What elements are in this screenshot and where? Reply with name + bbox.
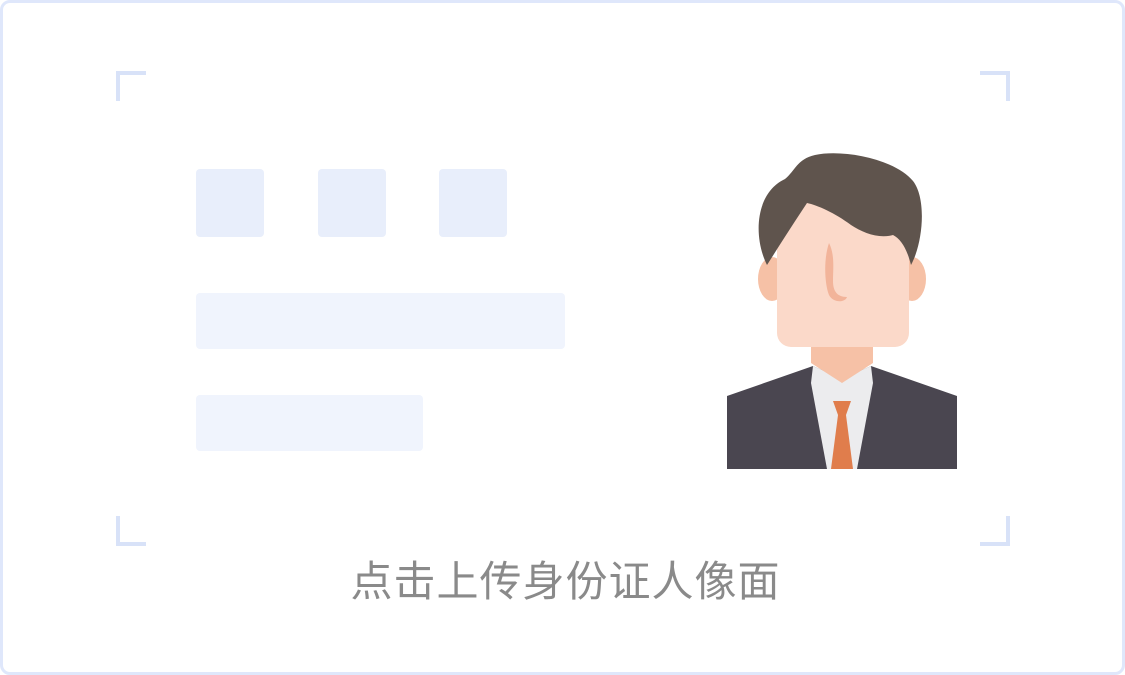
id-card-upload-area[interactable]: 点击上传身份证人像面 — [0, 0, 1125, 675]
frame-corner-top-left — [116, 71, 146, 101]
placeholder-square-1 — [196, 169, 264, 237]
placeholder-line-short — [196, 395, 423, 451]
frame-corner-top-right — [980, 71, 1010, 101]
frame-corner-bottom-right — [980, 516, 1010, 546]
placeholder-square-2 — [318, 169, 386, 237]
upload-caption[interactable]: 点击上传身份证人像面 — [3, 555, 1125, 609]
placeholder-line-long — [196, 293, 565, 349]
placeholder-square-3 — [439, 169, 507, 237]
person-avatar-icon — [727, 153, 957, 469]
frame-corner-bottom-left — [116, 516, 146, 546]
